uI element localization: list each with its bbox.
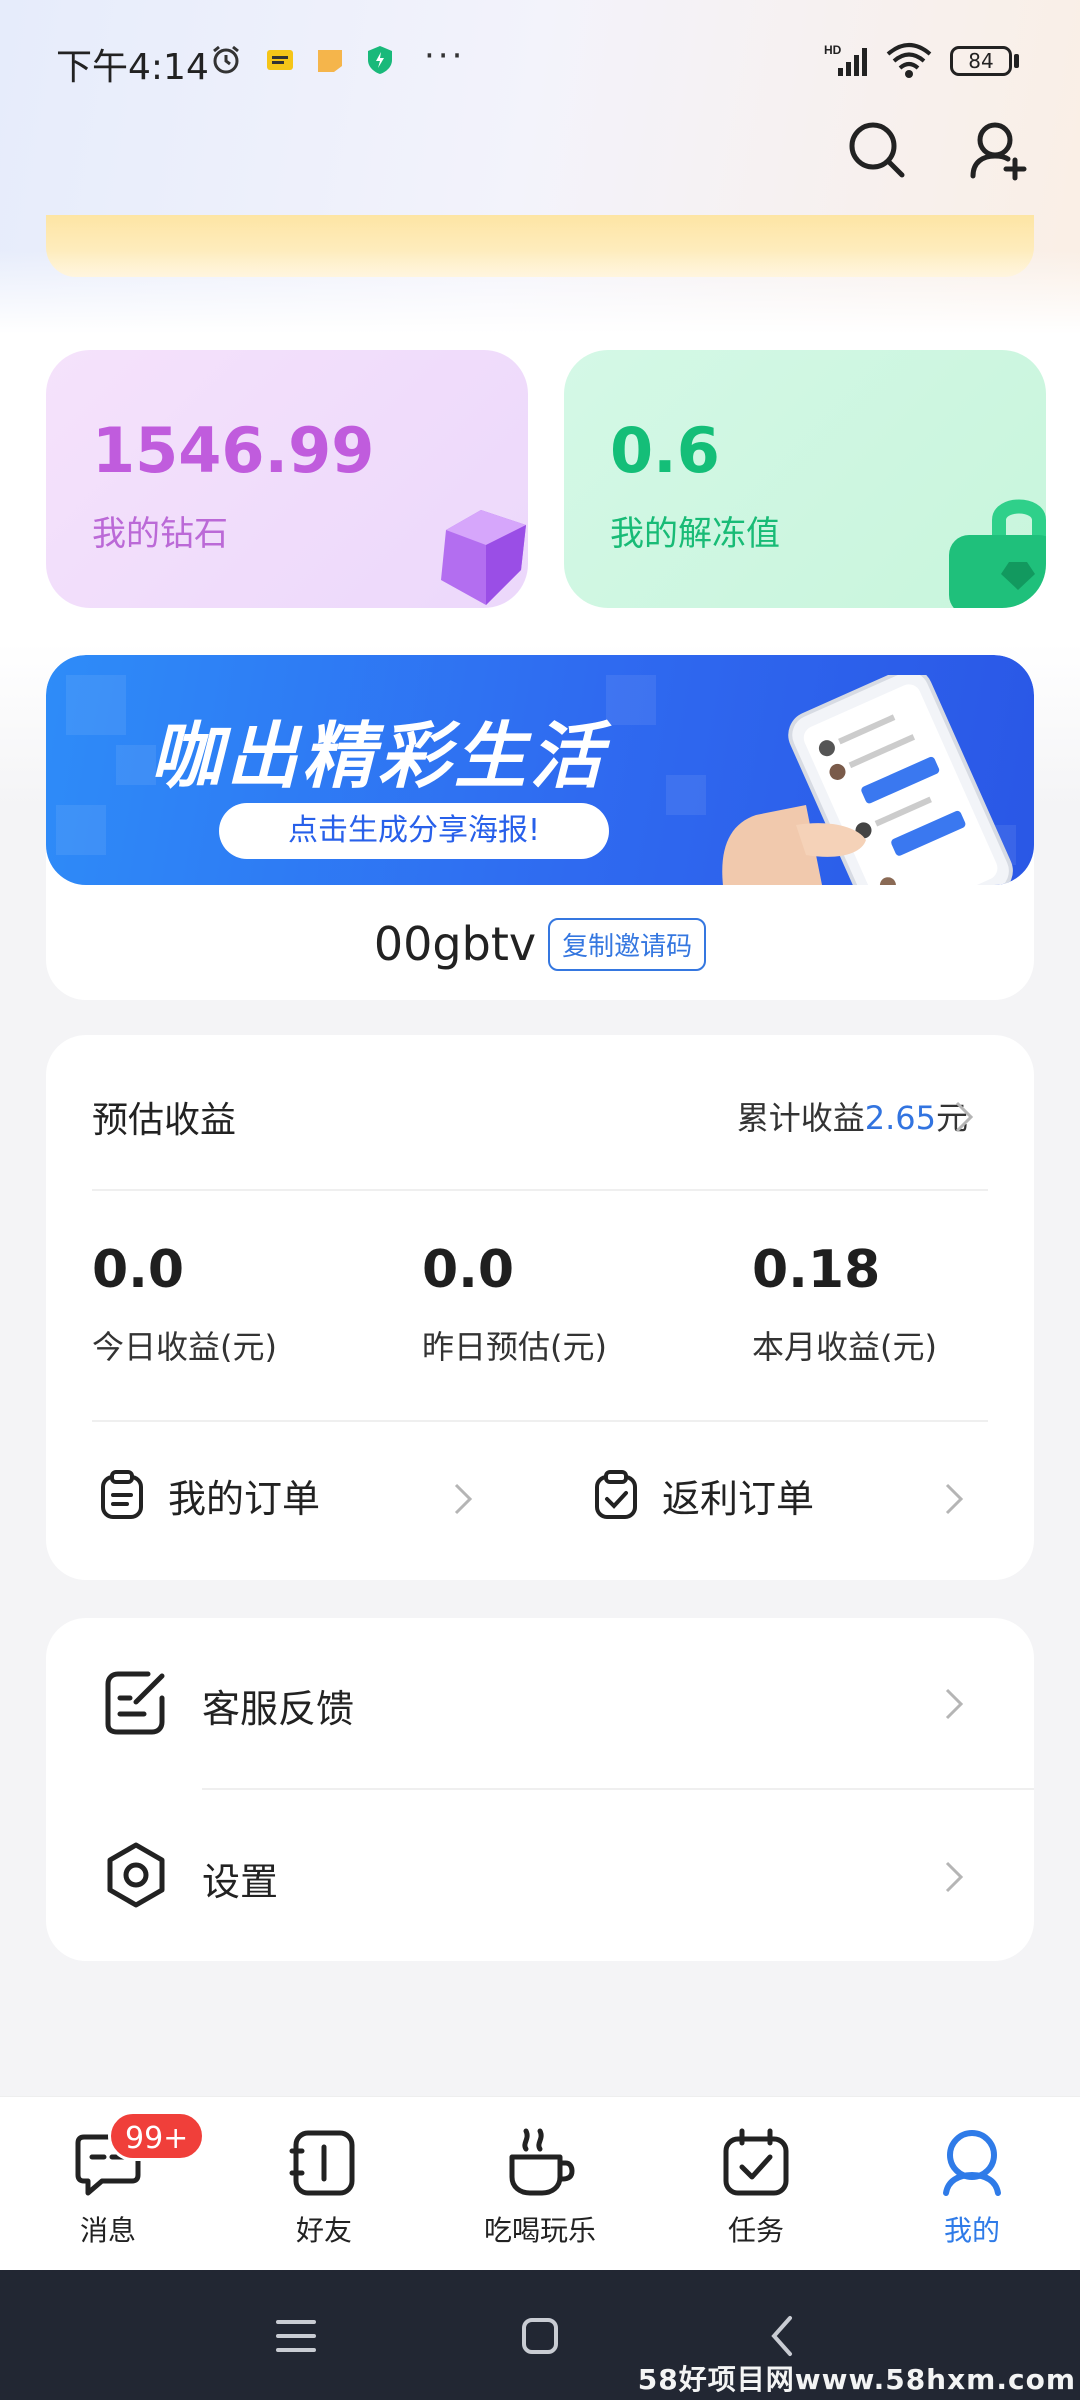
coffee-icon <box>509 2128 575 2196</box>
lock-icon <box>949 499 1046 608</box>
metric-month: 0.18 本月收益(元) <box>752 1240 937 1368</box>
share-poster-banner[interactable]: 咖出精彩生活 点击生成分享海报! <box>46 655 1034 885</box>
menu-icon[interactable] <box>268 2308 324 2364</box>
banner-title: 咖出精彩生活 <box>150 714 607 798</box>
invite-code-row: 00gbtv 复制邀请码 <box>46 913 1034 975</box>
status-more-dots: ··· <box>424 36 466 76</box>
metric-today: 0.0 今日收益(元) <box>92 1240 277 1368</box>
chevron-right-icon <box>945 1688 964 1720</box>
tab-messages[interactable]: 99+ 消息 <box>0 2097 216 2271</box>
tab-profile-label: 我的 <box>943 2214 1000 2247</box>
diamond-icon <box>441 510 526 605</box>
banner-decoration <box>56 805 106 855</box>
alarm-icon <box>213 45 239 74</box>
earnings-title: 预估收益 <box>92 1100 237 1141</box>
calendar-check-icon <box>723 2128 789 2196</box>
svg-text:HD: HD <box>824 43 842 57</box>
contacts-icon <box>289 2130 355 2196</box>
wifi-icon <box>886 43 932 78</box>
copy-invite-code-button[interactable]: 复制邀请码 <box>548 917 707 971</box>
profile-icon <box>943 2130 1001 2196</box>
settings-icon <box>107 1842 165 1908</box>
metric-today-label: 今日收益(元) <box>92 1328 277 1366</box>
diamond-label: 我的钻石 <box>92 514 228 554</box>
phone-illustration <box>722 675 1013 885</box>
battery-tip <box>1014 54 1019 68</box>
clipboard-check-icon <box>595 1470 637 1519</box>
total-earnings-link[interactable]: 累计收益2.65元 <box>737 1093 968 1139</box>
banner-decoration <box>606 675 656 725</box>
customer-feedback-item[interactable]: 客服反馈 <box>46 1618 1034 1788</box>
tab-profile[interactable]: 我的 <box>864 2097 1080 2271</box>
clipboard-icon <box>101 1470 143 1519</box>
diamond-value: 1546.99 <box>92 414 375 487</box>
tab-tasks-label: 任务 <box>727 2214 784 2247</box>
metric-yesterday-label: 昨日预估(元) <box>422 1328 607 1366</box>
customer-feedback-label: 客服反馈 <box>202 1687 355 1731</box>
feedback-icon <box>105 1671 165 1735</box>
unfreeze-value: 0.6 <box>610 414 720 487</box>
tab-food-fun-label: 吃喝玩乐 <box>483 2214 596 2247</box>
rebate-orders-label: 返利订单 <box>662 1476 815 1521</box>
banner-decoration <box>66 675 126 735</box>
unfreeze-card[interactable]: 0.6 我的解冻值 <box>564 350 1046 608</box>
metric-yesterday-value: 0.0 <box>422 1240 515 1300</box>
metric-month-value: 0.18 <box>752 1240 881 1300</box>
app-notification-icon <box>267 50 293 70</box>
generate-poster-button[interactable]: 点击生成分享海报! <box>219 803 609 859</box>
system-navigation-bar: 58好项目网www.58hxm.com <box>0 2270 1080 2400</box>
chevron-right-icon <box>945 1483 964 1515</box>
invite-card: 咖出精彩生活 点击生成分享海报! 00gbtv 复制邀请码 <box>46 655 1034 1000</box>
watermark: 58好项目网www.58hxm.com <box>637 2363 1076 2396</box>
status-bar: 下午4:14 ··· HD 84 <box>0 0 1080 120</box>
battery-indicator: 84 <box>950 46 1012 76</box>
bottom-navigation: 99+ 消息 好友 吃喝玩乐 任务 我的 <box>0 2096 1080 2270</box>
earnings-card: 预估收益 累计收益2.65元 0.0 今日收益(元) 0.0 昨日预估(元) 0… <box>46 1035 1034 1580</box>
metric-yesterday: 0.0 昨日预估(元) <box>422 1240 607 1368</box>
metric-month-label: 本月收益(元) <box>752 1328 937 1366</box>
back-icon[interactable] <box>756 2308 812 2364</box>
tab-food-fun[interactable]: 吃喝玩乐 <box>432 2097 648 2271</box>
settings-label: 设置 <box>202 1860 279 1904</box>
chevron-right-icon <box>955 1101 974 1133</box>
tab-friends[interactable]: 好友 <box>216 2097 432 2271</box>
diamond-card[interactable]: 1546.99 我的钻石 <box>46 350 528 608</box>
tab-messages-label: 消息 <box>79 2214 136 2247</box>
shield-icon <box>368 46 392 74</box>
unfreeze-label: 我的解冻值 <box>610 514 780 554</box>
rebate-orders-button[interactable]: 返利订单 <box>592 1465 814 1525</box>
search-icon[interactable] <box>845 118 909 182</box>
tab-friends-label: 好友 <box>295 2214 352 2247</box>
divider <box>92 1189 988 1191</box>
home-icon[interactable] <box>512 2308 568 2364</box>
divider <box>92 1420 988 1422</box>
divider <box>202 1788 1034 1790</box>
note-notification-icon <box>318 50 342 72</box>
tab-tasks[interactable]: 任务 <box>648 2097 864 2271</box>
metric-today-value: 0.0 <box>92 1240 185 1300</box>
invite-code: 00gbtv <box>373 917 537 971</box>
total-earnings-prefix: 累计收益 <box>736 1099 865 1137</box>
total-earnings-amount: 2.65 <box>864 1099 936 1137</box>
status-time: 下午4:14 <box>56 47 209 88</box>
my-orders-button[interactable]: 我的订单 <box>98 1465 320 1525</box>
my-orders-label: 我的订单 <box>168 1476 321 1521</box>
service-card: 客服反馈 设置 <box>46 1618 1034 1961</box>
chevron-right-icon <box>945 1861 964 1893</box>
message-badge: 99+ <box>108 2111 206 2161</box>
settings-item[interactable]: 设置 <box>46 1791 1034 1961</box>
signal-icon: HD <box>824 43 867 76</box>
add-friend-icon[interactable] <box>965 118 1029 182</box>
chevron-right-icon <box>454 1483 473 1515</box>
